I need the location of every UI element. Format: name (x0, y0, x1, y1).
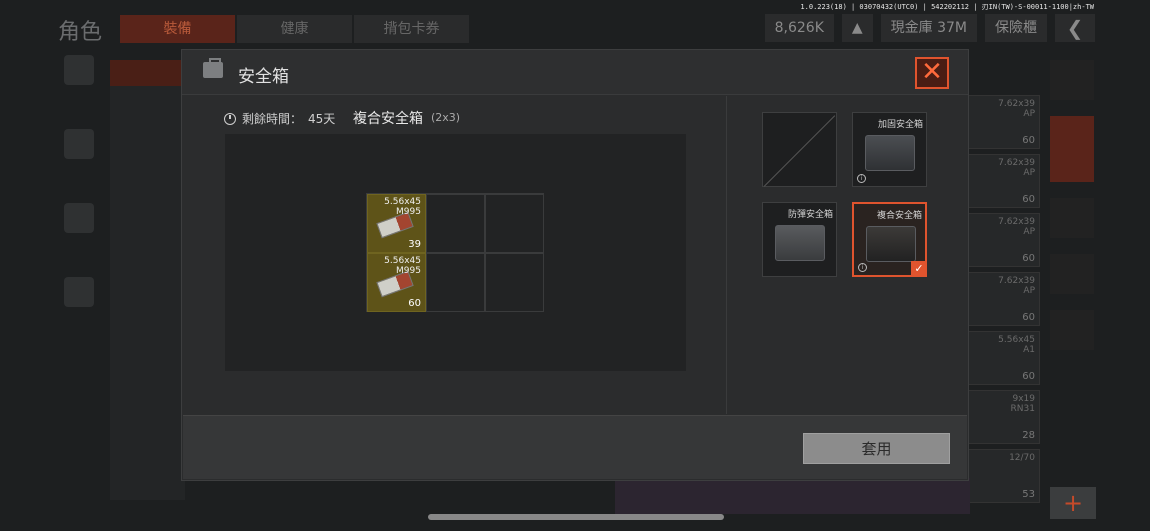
bg-left-panel-header (110, 60, 185, 86)
bg-insurance: 保險櫃 (985, 14, 1047, 42)
info-icon[interactable]: i (857, 174, 866, 183)
bulletproof-case-icon (775, 225, 825, 261)
close-button[interactable]: ✕ (915, 57, 949, 89)
empty-slot[interactable] (485, 253, 544, 312)
safe-box-modal: 安全箱 ✕ 剩餘時間： 45天 複合安全箱 (2x3) 5.56x45 M995 … (181, 49, 969, 481)
bg-ammo-slot: 12/70 53 (968, 449, 1040, 503)
bg-nav-icon (64, 203, 94, 233)
check-icon: ✓ (911, 261, 927, 277)
case-option-label: 加固安全箱 (877, 120, 923, 130)
remaining-time: 剩餘時間： 45天 (224, 110, 335, 127)
case-option-label: 複合安全箱 (876, 211, 922, 221)
timer-label: 剩餘時間： (242, 112, 303, 126)
case-grid-area: 5.56x45 M995 39 5.56x45 M995 60 (225, 134, 686, 371)
bg-ammo-slot: 7.62x39 AP 60 (968, 154, 1040, 208)
bg-nav-icon (64, 55, 94, 85)
version-text: 1.0.223(18) | 03070432(UTC0) | 542202112… (800, 3, 1094, 11)
reinforced-case-icon (865, 135, 915, 171)
bg-back-icon: ❮ (1055, 14, 1095, 42)
case-option-empty[interactable] (762, 112, 837, 187)
modal-footer: 套用 (183, 415, 967, 479)
bg-category-icon (1050, 310, 1094, 350)
empty-slot[interactable] (426, 194, 485, 253)
case-contents-pane: 剩餘時間： 45天 複合安全箱 (2x3) 5.56x45 M995 39 5.5… (182, 96, 726, 414)
bg-nav-icon (64, 277, 94, 307)
bg-ammo-slot: 7.62x39 AP 60 (968, 95, 1040, 149)
apply-button[interactable]: 套用 (803, 433, 950, 464)
composite-case-icon (866, 226, 916, 262)
empty-slot[interactable] (485, 194, 544, 253)
bg-nav-item (55, 55, 103, 117)
bg-category-column (1050, 60, 1096, 366)
clock-icon (224, 112, 236, 125)
bg-bottom-row (615, 478, 970, 514)
bg-page-title: 角色 (58, 20, 103, 45)
bg-ammo-slot: 5.56x45 A1 60 (968, 331, 1040, 385)
bg-ammo-slot: 9x19 RN31 28 (968, 390, 1040, 444)
bg-top-bar: 8,626K ▲ 現金庫 37M 保險櫃 ❮ (764, 14, 1095, 42)
bg-nav-item (55, 203, 103, 265)
bg-ammo-column: 7.62x39 AP 60 7.62x39 AP 60 7.62x39 AP 60 7.62… (968, 95, 1040, 508)
bg-cash-vault: 現金庫 37M (880, 14, 977, 42)
bg-left-panel (110, 60, 185, 500)
ammo-item-slot[interactable]: 5.56x45 M995 39 (367, 194, 426, 253)
case-option-composite[interactable]: 複合安全箱 i ✓ (852, 202, 927, 277)
case-size: (2x3) (431, 111, 461, 124)
bg-nav-item (55, 277, 103, 339)
bg-category-icon (1050, 254, 1094, 294)
case-grid: 5.56x45 M995 39 5.56x45 M995 60 (366, 193, 544, 312)
case-option-reinforced[interactable]: 加固安全箱 i (852, 112, 927, 187)
timer-value: 45天 (308, 112, 336, 126)
briefcase-icon (203, 58, 223, 78)
bg-currency: 8,626K (764, 14, 834, 42)
case-option-label: 防彈安全箱 (787, 210, 833, 220)
ammo-name: 5.56x45 M995 (384, 197, 421, 217)
bg-left-nav (55, 55, 105, 351)
bg-ammo-slot: 7.62x39 AP 60 (968, 272, 1040, 326)
bg-tab-backpack: 揹包卡券 (354, 15, 469, 43)
case-name: 複合安全箱 (353, 111, 423, 127)
case-option-bulletproof[interactable]: 防彈安全箱 (762, 202, 837, 277)
bg-trader-icon: ▲ (841, 14, 873, 42)
bg-nav-icon (64, 129, 94, 159)
bg-plus-icon: + (1050, 487, 1096, 519)
bg-category-icon (1050, 116, 1094, 182)
ammo-count: 39 (408, 239, 421, 250)
bg-tab-health: 健康 (237, 15, 352, 43)
bg-nav-item (55, 129, 103, 191)
bg-tab-bar: 裝備 健康 揹包卡券 (120, 15, 471, 43)
bg-scrollbar[interactable] (428, 514, 724, 520)
case-selector-pane: 加固安全箱 i 防彈安全箱 複合安全箱 i ✓ (727, 96, 968, 414)
modal-header: 安全箱 ✕ (182, 50, 968, 95)
ammo-count: 60 (408, 298, 421, 309)
empty-slot[interactable] (426, 253, 485, 312)
bg-category-icon (1050, 60, 1094, 100)
ammo-item-slot[interactable]: 5.56x45 M995 60 (367, 253, 426, 312)
info-icon[interactable]: i (858, 263, 867, 272)
ammo-name: 5.56x45 M995 (384, 256, 421, 276)
bg-tab-equipment: 裝備 (120, 15, 235, 43)
bg-category-icon (1050, 198, 1094, 238)
modal-title: 安全箱 (238, 67, 289, 87)
bg-ammo-slot: 7.62x39 AP 60 (968, 213, 1040, 267)
